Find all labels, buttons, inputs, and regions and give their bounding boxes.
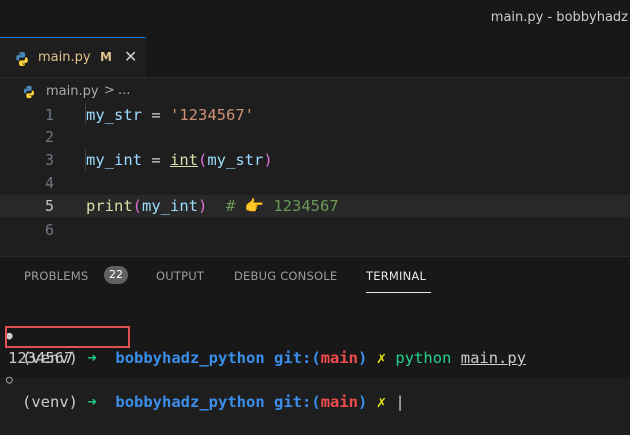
line-number: 3 — [44, 151, 54, 169]
tab-filename: main.py — [38, 50, 91, 65]
terminal-line-prompt-1: ● (venv) ➜ bobbyhadz_python git:(main) ✗… — [0, 303, 630, 367]
hollow-circle-icon: ○ — [6, 373, 13, 386]
editor-tab-bar: main.py M ✕ — [0, 37, 630, 78]
line-number: 4 — [44, 174, 54, 192]
breadcrumb-file[interactable]: main.py — [46, 84, 99, 99]
code-text: my_int = int(my_str) — [86, 151, 273, 169]
title-bar: main.py - bobbyhadz — [0, 0, 630, 37]
python-file-icon — [22, 84, 36, 103]
problems-count-badge: 22 — [104, 266, 128, 284]
active-tab-indicator — [366, 292, 431, 293]
tab-debug-console[interactable]: DEBUG CONSOLE — [234, 269, 337, 283]
code-line-2[interactable]: 2 — [0, 126, 630, 148]
window-title: main.py - bobbyhadz — [490, 10, 628, 25]
modified-indicator: M — [100, 50, 112, 64]
tab-terminal[interactable]: TERMINAL — [366, 269, 426, 283]
tab-problems[interactable]: PROBLEMS — [24, 269, 88, 283]
code-editor[interactable]: 1 my_str = '1234567' 2 3 my_int = int(my… — [0, 103, 630, 243]
panel-tab-bar: PROBLEMS 22 OUTPUT DEBUG CONSOLE TERMINA… — [0, 256, 630, 295]
breadcrumb: main.py > ... — [0, 78, 630, 102]
output-highlight-box — [5, 326, 130, 348]
close-icon[interactable]: ✕ — [124, 47, 137, 66]
line-number: 2 — [44, 128, 54, 146]
line-number: 5 — [44, 197, 54, 215]
line-number: 1 — [44, 106, 54, 124]
breadcrumb-more[interactable]: ... — [118, 83, 130, 98]
tab-output[interactable]: OUTPUT — [156, 269, 204, 283]
code-line-6[interactable]: 6 — [0, 219, 630, 241]
python-file-icon — [14, 51, 30, 71]
terminal-line-prompt-2: ○ (venv) ➜ bobbyhadz_python git:(main) ✗… — [0, 347, 630, 411]
code-line-1[interactable]: 1 my_str = '1234567' — [0, 104, 630, 126]
tab-main-py[interactable]: main.py M ✕ — [0, 37, 146, 77]
chevron-right-icon: > — [104, 83, 115, 98]
line-number: 6 — [44, 221, 54, 239]
code-text: print(my_int) # 👉 1234567 — [86, 197, 339, 215]
code-text: my_str = '1234567' — [86, 106, 254, 124]
code-line-5[interactable]: 5 print(my_int) # 👉 1234567 — [0, 195, 630, 217]
code-line-4[interactable]: 4 — [0, 172, 630, 194]
code-line-3[interactable]: 3 my_int = int(my_str) — [0, 149, 630, 171]
